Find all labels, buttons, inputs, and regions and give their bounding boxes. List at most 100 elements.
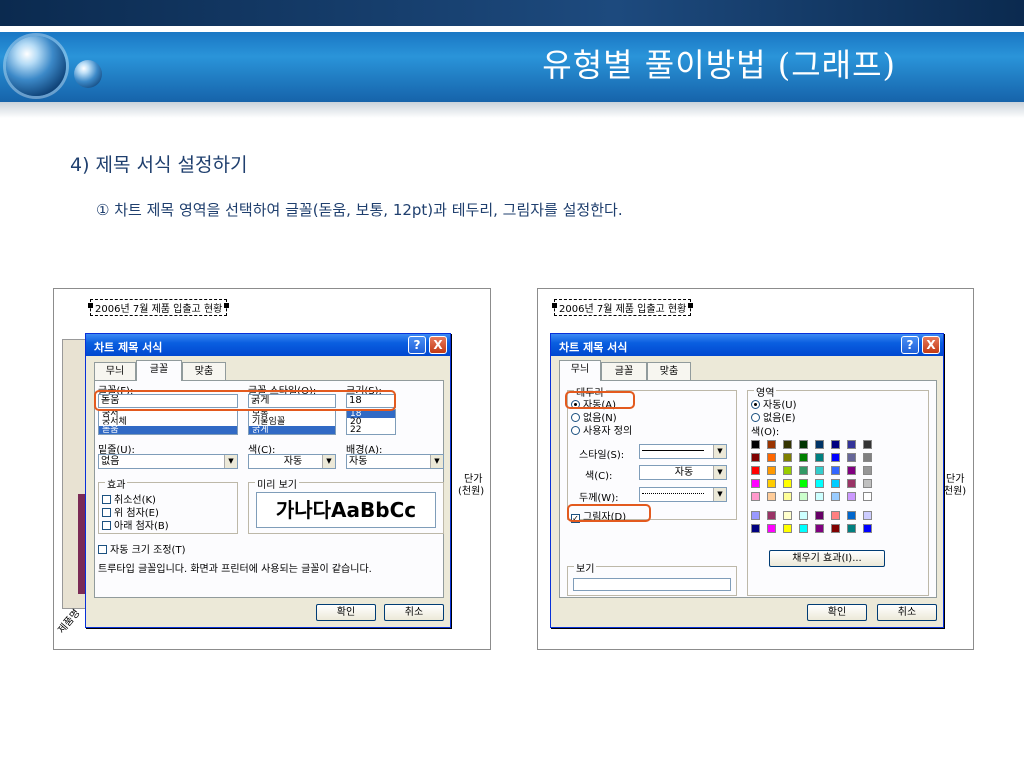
chevron-down-icon[interactable]: ▼ [430, 455, 443, 468]
chevron-down-icon[interactable]: ▼ [713, 445, 726, 458]
color-swatch[interactable] [815, 466, 824, 475]
color-swatch[interactable] [783, 479, 792, 488]
tab-alignment[interactable]: 맞춤 [182, 362, 226, 380]
color-swatch[interactable] [799, 511, 808, 520]
color-swatch[interactable] [799, 466, 808, 475]
subscript-checkbox[interactable]: 아래 첨자(B) [102, 517, 169, 532]
color-swatch[interactable] [863, 466, 872, 475]
color-swatch[interactable] [751, 466, 760, 475]
chart-title-format-dialog: 차트 제목 서식 ? X 무늬 글꼴 맞춤 글꼴(F): 돋움 궁서 궁서체 돋… [85, 333, 451, 628]
color-swatch[interactable] [863, 440, 872, 449]
color-swatch[interactable] [815, 453, 824, 462]
underline-select[interactable]: 없음 ▼ [98, 454, 238, 469]
color-swatch[interactable] [767, 440, 776, 449]
color-swatch[interactable] [799, 479, 808, 488]
color-swatch[interactable] [799, 492, 808, 501]
tab-alignment[interactable]: 맞춤 [647, 362, 691, 380]
border-custom-radio[interactable]: 사용자 정의 [571, 422, 632, 437]
tab-pattern[interactable]: 무늬 [94, 362, 136, 380]
color-swatch[interactable] [815, 479, 824, 488]
color-swatch[interactable] [863, 453, 872, 462]
fill-effects-button[interactable]: 채우기 효과(I)... [769, 550, 885, 567]
color-swatch[interactable] [783, 440, 792, 449]
chevron-down-icon[interactable]: ▼ [224, 455, 237, 468]
cancel-button[interactable]: 취소 [877, 604, 937, 621]
color-swatch[interactable] [767, 466, 776, 475]
color-swatch[interactable] [815, 492, 824, 501]
chart-title-selection[interactable]: 2006년 7월 제품 입출고 현황 [551, 299, 694, 316]
color-swatch[interactable] [847, 511, 856, 520]
size-option[interactable]: 22 [347, 426, 395, 435]
chevron-down-icon[interactable]: ▼ [713, 466, 726, 479]
style-list[interactable]: 보통 기울임꼴 굵게 [248, 409, 336, 435]
color-swatch[interactable] [815, 440, 824, 449]
ok-button[interactable]: 확인 [807, 604, 867, 621]
color-swatch[interactable] [847, 440, 856, 449]
color-swatch[interactable] [831, 440, 840, 449]
line-style-select[interactable]: ▼ [639, 444, 727, 459]
color-swatch[interactable] [847, 492, 856, 501]
color-swatch[interactable] [751, 511, 760, 520]
color-swatch[interactable] [847, 479, 856, 488]
chevron-down-icon[interactable]: ▼ [713, 488, 726, 501]
help-icon[interactable]: ? [901, 336, 919, 354]
close-icon[interactable]: X [429, 336, 447, 354]
style-option[interactable]: 굵게 [249, 426, 335, 434]
preview-label: 미리 보기 [255, 476, 299, 491]
color-select[interactable]: 자동 ▼ [248, 454, 336, 469]
color-swatch[interactable] [751, 453, 760, 462]
color-swatch[interactable] [863, 492, 872, 501]
chevron-down-icon[interactable]: ▼ [322, 455, 335, 468]
color-swatch[interactable] [783, 492, 792, 501]
color-swatch[interactable] [815, 524, 824, 533]
tab-font[interactable]: 글꼴 [136, 360, 182, 381]
color-swatch[interactable] [799, 524, 808, 533]
chart-title-selection[interactable]: 2006년 7월 제품 입출고 현황 [87, 299, 230, 316]
color-swatch[interactable] [863, 479, 872, 488]
sample-label: 보기 [574, 560, 597, 575]
color-swatch[interactable] [815, 511, 824, 520]
color-swatch[interactable] [863, 511, 872, 520]
color-swatch[interactable] [783, 524, 792, 533]
color-swatch[interactable] [831, 492, 840, 501]
color-swatch[interactable] [767, 492, 776, 501]
color-swatch[interactable] [783, 453, 792, 462]
color-swatch[interactable] [751, 492, 760, 501]
color-swatch[interactable] [831, 479, 840, 488]
color-swatch[interactable] [831, 466, 840, 475]
background-select[interactable]: 자동 ▼ [346, 454, 444, 469]
help-icon[interactable]: ? [408, 336, 426, 354]
area-none-radio[interactable]: 없음(E) [751, 409, 796, 424]
line-color-select[interactable]: 자동 ▼ [639, 465, 727, 480]
tab-font[interactable]: 글꼴 [601, 362, 647, 380]
color-swatch[interactable] [799, 453, 808, 462]
color-swatch[interactable] [847, 466, 856, 475]
color-swatch[interactable] [751, 524, 760, 533]
font-list[interactable]: 궁서 궁서체 돋움 [98, 409, 238, 435]
close-icon[interactable]: X [922, 336, 940, 354]
ok-button[interactable]: 확인 [316, 604, 376, 621]
color-swatch[interactable] [783, 466, 792, 475]
cancel-button[interactable]: 취소 [384, 604, 444, 621]
color-swatch[interactable] [751, 440, 760, 449]
color-swatch[interactable] [847, 453, 856, 462]
color-swatch[interactable] [831, 524, 840, 533]
font-option[interactable]: 궁서체 [99, 418, 237, 427]
size-list[interactable]: 18 20 22 [346, 409, 396, 435]
autoscale-checkbox[interactable]: 자동 크기 조정(T) [98, 541, 185, 556]
color-palette[interactable] [751, 440, 891, 540]
color-swatch[interactable] [863, 524, 872, 533]
color-swatch[interactable] [831, 453, 840, 462]
color-swatch[interactable] [767, 479, 776, 488]
tab-pattern[interactable]: 무늬 [559, 360, 601, 381]
color-swatch[interactable] [799, 440, 808, 449]
color-swatch[interactable] [831, 511, 840, 520]
color-swatch[interactable] [767, 511, 776, 520]
font-option[interactable]: 돋움 [99, 426, 237, 434]
color-swatch[interactable] [767, 524, 776, 533]
line-weight-select[interactable]: ▼ [639, 487, 727, 502]
color-swatch[interactable] [767, 453, 776, 462]
color-swatch[interactable] [847, 524, 856, 533]
color-swatch[interactable] [751, 479, 760, 488]
color-swatch[interactable] [783, 511, 792, 520]
